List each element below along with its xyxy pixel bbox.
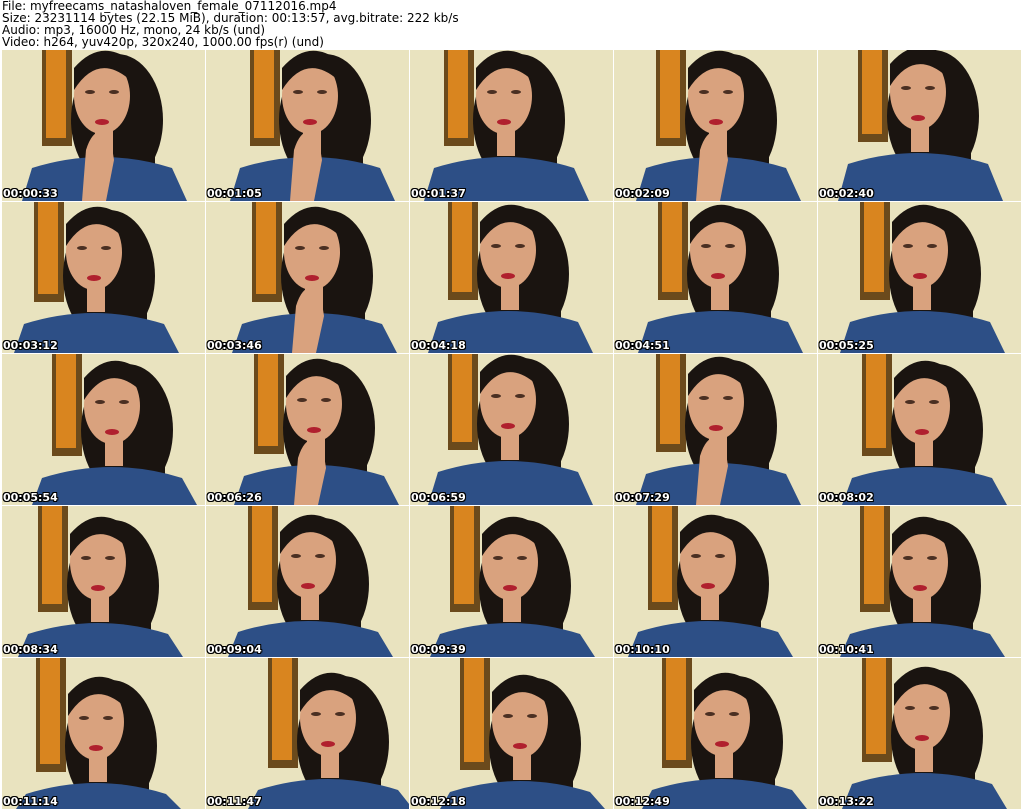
webcam-frame-image <box>206 202 409 353</box>
thumbnail-timestamp: 00:01:05 <box>207 187 262 200</box>
thumbnail-timestamp: 00:03:12 <box>3 339 58 352</box>
video-thumbnail: 00:09:04 <box>206 506 409 657</box>
thumbnail-timestamp: 00:11:47 <box>207 795 262 808</box>
thumbnail-timestamp: 00:02:09 <box>615 187 670 200</box>
webcam-frame-image <box>206 506 409 657</box>
thumbnail-timestamp: 00:13:22 <box>819 795 874 808</box>
webcam-frame-image <box>2 506 205 657</box>
video-thumbnail: 00:09:39 <box>410 506 613 657</box>
webcam-frame-image <box>614 658 817 809</box>
thumbnail-timestamp: 00:04:18 <box>411 339 466 352</box>
thumbnail-grid: 00:00:33 00:01:05 00:01:37 00:02:09 00:02:40… <box>2 50 1022 810</box>
webcam-frame-image <box>410 506 613 657</box>
thumbnail-timestamp: 00:12:18 <box>411 795 466 808</box>
video-thumbnail: 00:02:09 <box>614 50 817 201</box>
webcam-frame-image <box>614 202 817 353</box>
thumbnail-timestamp: 00:09:39 <box>411 643 466 656</box>
thumbnail-timestamp: 00:05:54 <box>3 491 58 504</box>
thumbnail-timestamp: 00:10:10 <box>615 643 670 656</box>
video-thumbnail: 00:08:02 <box>818 354 1021 505</box>
thumbnail-timestamp: 00:10:41 <box>819 643 874 656</box>
thumbnail-timestamp: 00:09:04 <box>207 643 262 656</box>
thumbnail-timestamp: 00:07:29 <box>615 491 670 504</box>
video-thumbnail: 00:10:41 <box>818 506 1021 657</box>
video-thumbnail: 00:08:34 <box>2 506 205 657</box>
thumbnail-timestamp: 00:05:25 <box>819 339 874 352</box>
video-thumbnail: 00:02:40 <box>818 50 1021 201</box>
webcam-frame-image <box>818 50 1021 201</box>
video-thumbnail: 00:06:26 <box>206 354 409 505</box>
thumbnail-timestamp: 00:11:14 <box>3 795 58 808</box>
webcam-frame-image <box>2 658 205 809</box>
thumbnail-timestamp: 00:08:02 <box>819 491 874 504</box>
webcam-frame-image <box>614 506 817 657</box>
thumbnail-timestamp: 00:00:33 <box>3 187 58 200</box>
video-thumbnail: 00:05:25 <box>818 202 1021 353</box>
thumbnail-timestamp: 00:01:37 <box>411 187 466 200</box>
webcam-frame-image <box>614 50 817 201</box>
webcam-frame-image <box>410 658 613 809</box>
webcam-frame-image <box>818 354 1021 505</box>
thumbnail-timestamp: 00:08:34 <box>3 643 58 656</box>
webcam-frame-image <box>410 202 613 353</box>
thumbnail-timestamp: 00:06:26 <box>207 491 262 504</box>
thumbnail-timestamp: 00:02:40 <box>819 187 874 200</box>
video-thumbnail: 00:13:22 <box>818 658 1021 809</box>
video-thumbnail: 00:12:18 <box>410 658 613 809</box>
video-thumbnail: 00:03:12 <box>2 202 205 353</box>
webcam-frame-image <box>206 354 409 505</box>
webcam-frame-image <box>614 354 817 505</box>
video-thumbnail: 00:11:14 <box>2 658 205 809</box>
thumbnail-timestamp: 00:06:59 <box>411 491 466 504</box>
webcam-frame-image <box>206 50 409 201</box>
video-thumbnail: 00:10:10 <box>614 506 817 657</box>
webcam-frame-image <box>818 202 1021 353</box>
video-thumbnail: 00:01:37 <box>410 50 613 201</box>
webcam-frame-image <box>818 658 1021 809</box>
webcam-frame-image <box>410 354 613 505</box>
webcam-frame-image <box>206 658 409 809</box>
webcam-frame-image <box>2 354 205 505</box>
webcam-frame-image <box>2 202 205 353</box>
video-thumbnail: 00:12:49 <box>614 658 817 809</box>
thumbnail-timestamp: 00:04:51 <box>615 339 670 352</box>
thumbnail-timestamp: 00:12:49 <box>615 795 670 808</box>
video-thumbnail: 00:04:18 <box>410 202 613 353</box>
webcam-frame-image <box>818 506 1021 657</box>
thumbnail-timestamp: 00:03:46 <box>207 339 262 352</box>
file-info-header: File: myfreecams_natashaloven_female_071… <box>2 0 1022 48</box>
video-thumbnail: 00:03:46 <box>206 202 409 353</box>
video-thumbnail: 00:11:47 <box>206 658 409 809</box>
video-info-line: Video: h264, yuv420p, 320x240, 1000.00 f… <box>2 35 324 49</box>
video-thumbnail: 00:07:29 <box>614 354 817 505</box>
video-thumbnail: 00:00:33 <box>2 50 205 201</box>
video-thumbnail: 00:06:59 <box>410 354 613 505</box>
video-thumbnail: 00:05:54 <box>2 354 205 505</box>
webcam-frame-image <box>2 50 205 201</box>
video-thumbnail: 00:01:05 <box>206 50 409 201</box>
webcam-frame-image <box>410 50 613 201</box>
video-thumbnail: 00:04:51 <box>614 202 817 353</box>
